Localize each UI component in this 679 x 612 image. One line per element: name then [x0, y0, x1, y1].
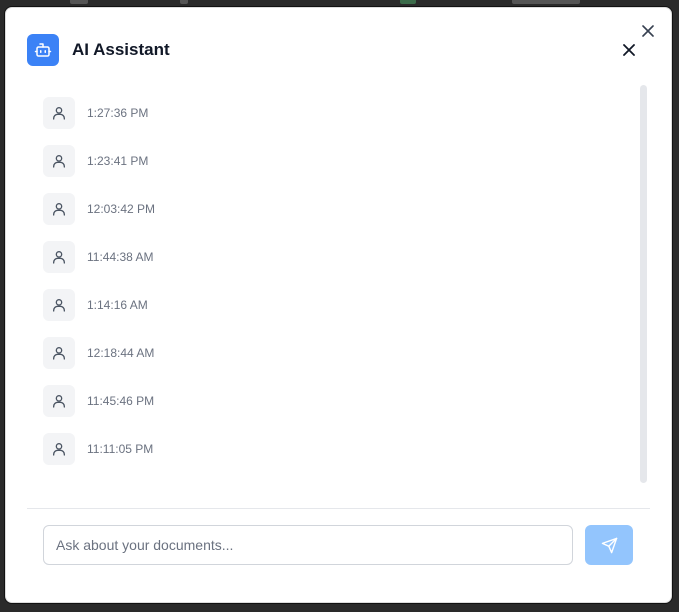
message-timestamp: 11:11:05 PM	[87, 442, 154, 456]
message-timestamp: 1:14:16 AM	[87, 298, 148, 312]
message-timestamp: 11:45:46 PM	[87, 394, 155, 408]
dialog-header: AI Assistant	[27, 33, 642, 67]
send-button[interactable]	[585, 525, 633, 565]
background-fragment	[512, 0, 580, 4]
send-icon	[601, 537, 617, 553]
user-icon	[43, 97, 75, 129]
user-icon	[43, 289, 75, 321]
message-item: 1:27:36 PM	[43, 97, 603, 145]
message-item: 12:18:44 AM	[43, 337, 603, 385]
user-icon	[43, 433, 75, 465]
chat-input-container	[43, 525, 573, 565]
message-item: 1:23:41 PM	[43, 145, 603, 193]
user-icon	[43, 337, 75, 369]
bot-icon	[27, 34, 59, 66]
divider	[27, 508, 650, 509]
header-close-button[interactable]	[620, 41, 638, 59]
user-icon	[43, 145, 75, 177]
message-timestamp: 11:44:38 AM	[87, 250, 154, 264]
scrollbar[interactable]	[640, 85, 647, 483]
background-fragment	[180, 0, 188, 4]
user-icon	[43, 385, 75, 417]
chat-input[interactable]	[44, 537, 572, 553]
message-list: 1:27:36 PM 1:23:41 PM 12:03:42 PM 11:44:…	[43, 97, 603, 481]
user-icon	[43, 241, 75, 273]
message-timestamp: 1:27:36 PM	[87, 106, 149, 120]
message-item: 12:03:42 PM	[43, 193, 603, 241]
message-item: 11:44:38 AM	[43, 241, 603, 289]
message-timestamp: 12:03:42 PM	[87, 202, 156, 216]
message-item: 1:14:16 AM	[43, 289, 603, 337]
close-icon	[642, 25, 654, 37]
message-item: 11:45:46 PM	[43, 385, 603, 433]
background-fragment	[400, 0, 416, 4]
user-icon	[43, 193, 75, 225]
dialog-title: AI Assistant	[72, 40, 170, 59]
message-timestamp: 1:23:41 PM	[87, 154, 149, 168]
close-icon	[623, 44, 635, 56]
message-timestamp: 12:18:44 AM	[87, 346, 155, 360]
ai-assistant-dialog: AI Assistant 1:27:36 PM 1:23:41 PM 12:03…	[4, 6, 673, 604]
message-item: 11:11:05 PM	[43, 433, 603, 481]
background-fragment	[70, 0, 88, 4]
